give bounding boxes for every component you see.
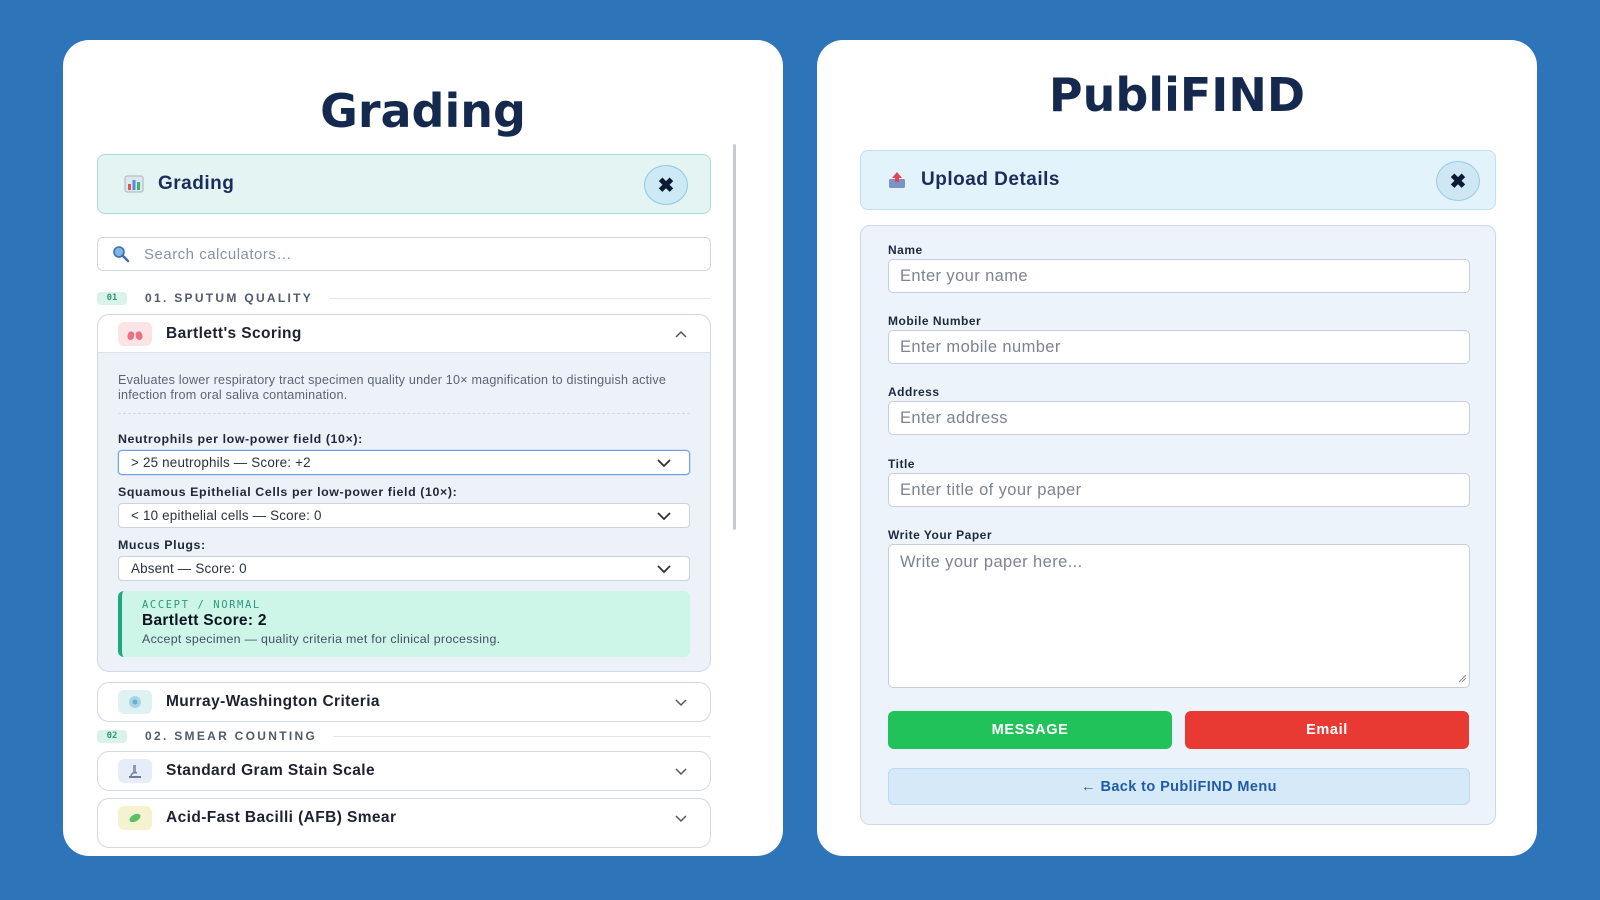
mucus-value: Absent — Score: 0 — [131, 561, 247, 576]
grading-page-title: Grading — [320, 84, 526, 138]
mucus-select[interactable]: Absent — Score: 0 — [118, 556, 690, 581]
result-status-tag: ACCEPT / NORMAL — [142, 599, 261, 611]
gram-accordion[interactable]: Standard Gram Stain Scale — [97, 751, 711, 791]
result-note: Accept specimen — quality criteria met f… — [142, 632, 501, 646]
gram-title: Standard Gram Stain Scale — [166, 762, 375, 779]
paper-label: Write Your Paper — [888, 528, 993, 542]
neutrophils-value: > 25 neutrophils — Score: +2 — [131, 455, 311, 470]
epithelial-field: Squamous Epithelial Cells per low-power … — [118, 485, 690, 528]
chevron-up-icon — [675, 330, 687, 338]
publifind-card: PubliFIND Upload Details ✖ Name Mobile N… — [817, 40, 1537, 856]
chevron-down-icon — [657, 512, 671, 521]
epithelial-value: < 10 epithelial cells — Score: 0 — [131, 508, 322, 523]
section-divider — [329, 297, 711, 299]
name-label: Name — [888, 243, 923, 257]
upload-panel-header: Upload Details ✖ — [860, 150, 1496, 210]
section-divider — [333, 735, 711, 737]
lungs-icon — [118, 321, 152, 346]
title-input[interactable] — [888, 473, 1470, 507]
epithelial-select[interactable]: < 10 epithelial cells — Score: 0 — [118, 503, 690, 528]
upload-close-button[interactable]: ✖ — [1436, 161, 1480, 201]
address-input[interactable] — [888, 401, 1470, 435]
section-smear-counting: 02 02. SMEAR COUNTING — [97, 727, 711, 745]
section-badge: 01 — [97, 291, 127, 305]
bartlett-accordion-header[interactable]: Bartlett's Scoring — [98, 315, 710, 353]
murray-accordion-header[interactable]: Murray-Washington Criteria — [98, 683, 710, 721]
bartlett-title: Bartlett's Scoring — [166, 324, 302, 342]
afb-title: Acid-Fast Bacilli (AFB) Smear — [166, 809, 397, 826]
epithelial-label: Squamous Epithelial Cells per low-power … — [118, 485, 458, 499]
murray-accordion[interactable]: Murray-Washington Criteria — [97, 682, 711, 722]
chevron-down-icon — [675, 699, 687, 707]
search-icon — [112, 245, 130, 263]
grading-close-button[interactable]: ✖ — [644, 165, 688, 205]
title-label: Title — [888, 457, 915, 471]
chevron-down-icon — [657, 565, 671, 574]
grading-card: Grading Grading ✖ 01 01. SPUTUM QUALITY — [63, 40, 783, 856]
neutrophils-label: Neutrophils per low-power field (10×): — [118, 432, 363, 446]
publifind-page-title: PubliFIND — [1048, 68, 1306, 122]
mucus-label: Mucus Plugs: — [118, 538, 206, 552]
section-title: 02. SMEAR COUNTING — [145, 729, 318, 743]
chevron-down-icon — [657, 459, 671, 468]
bartlett-body: Evaluates lower respiratory tract specim… — [98, 353, 710, 657]
grading-panel-title: Grading — [158, 173, 235, 194]
upload-panel-title: Upload Details — [921, 169, 1060, 190]
email-button[interactable]: Email — [1185, 711, 1469, 749]
name-input[interactable] — [888, 259, 1470, 293]
result-score: Bartlett Score: 2 — [142, 612, 267, 629]
bartlett-description: Evaluates lower respiratory tract specim… — [118, 373, 667, 402]
section-sputum-quality: 01 01. SPUTUM QUALITY — [97, 289, 711, 307]
afb-accordion[interactable]: Acid-Fast Bacilli (AFB) Smear — [97, 798, 711, 848]
search-input[interactable] — [144, 245, 710, 263]
calculator-search — [97, 237, 711, 271]
bar-chart-icon — [124, 174, 144, 194]
divider — [118, 413, 690, 414]
bartlett-result: ACCEPT / NORMAL Bartlett Score: 2 Accept… — [118, 591, 690, 657]
upload-icon — [887, 170, 907, 190]
grading-panel-header: Grading ✖ — [97, 154, 711, 214]
upload-form: Name Mobile Number Address Title Write Y… — [860, 225, 1496, 825]
mucus-field: Mucus Plugs: Absent — Score: 0 — [118, 538, 690, 581]
chevron-down-icon — [675, 768, 687, 776]
bartlett-accordion: Bartlett's Scoring Evaluates lower respi… — [97, 314, 711, 672]
address-label: Address — [888, 385, 940, 399]
neutrophils-field: Neutrophils per low-power field (10×): >… — [118, 432, 690, 475]
scrollbar[interactable] — [733, 144, 736, 530]
message-button[interactable]: MESSAGE — [888, 711, 1172, 749]
mobile-input[interactable] — [888, 330, 1470, 364]
resize-handle-icon[interactable] — [1457, 673, 1467, 683]
chevron-down-icon — [675, 815, 687, 823]
mobile-label: Mobile Number — [888, 314, 982, 328]
section-badge: 02 — [97, 729, 127, 743]
cell-icon — [118, 690, 152, 714]
neutrophils-select[interactable]: > 25 neutrophils — Score: +2 — [118, 450, 690, 475]
bacteria-icon — [118, 806, 152, 830]
gram-accordion-header[interactable]: Standard Gram Stain Scale — [98, 752, 710, 790]
section-title: 01. SPUTUM QUALITY — [145, 291, 314, 305]
close-icon: ✖ — [1449, 170, 1467, 193]
paper-textarea[interactable] — [888, 544, 1470, 688]
back-to-menu-button[interactable]: ← Back to PubliFIND Menu — [888, 768, 1470, 805]
close-icon: ✖ — [657, 174, 675, 197]
microscope-icon — [118, 759, 152, 783]
afb-accordion-header[interactable]: Acid-Fast Bacilli (AFB) Smear — [98, 799, 710, 837]
murray-title: Murray-Washington Criteria — [166, 693, 380, 710]
